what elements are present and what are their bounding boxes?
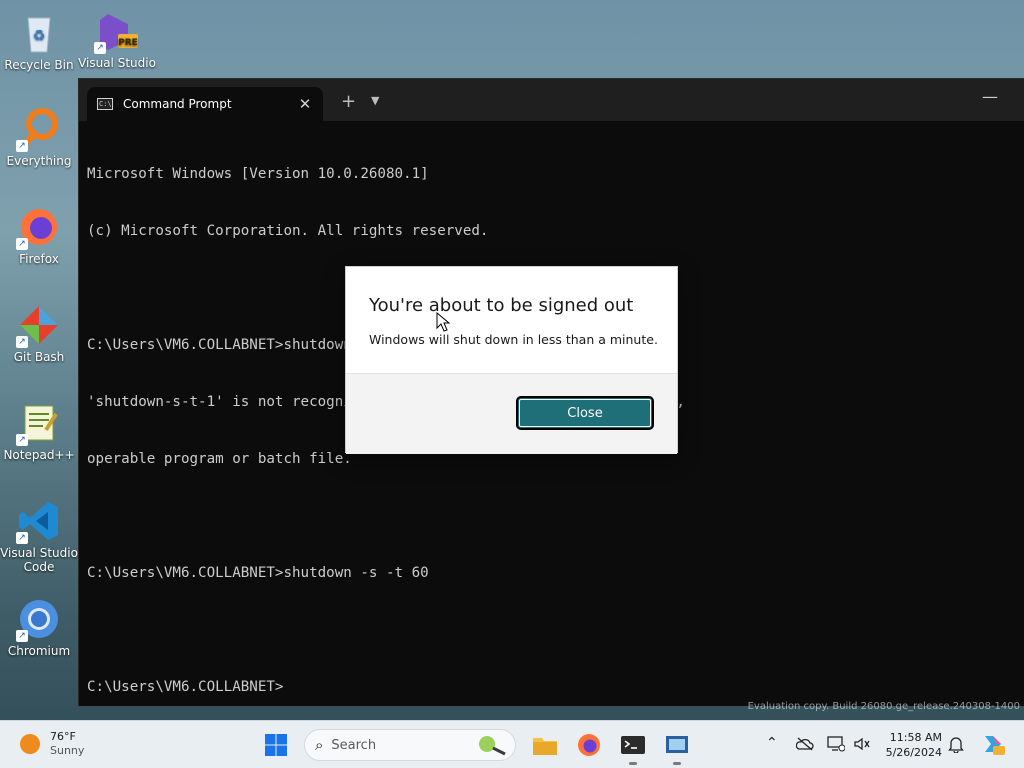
file-explorer-icon[interactable] (532, 733, 558, 757)
minimize-button[interactable]: — (982, 87, 998, 106)
everything-search-icon: ↗ (16, 106, 62, 152)
terminal-icon (621, 736, 645, 754)
desktop-icon-git-bash[interactable]: ↗ Git Bash (0, 302, 78, 364)
weather-temperature: 76°F (50, 730, 76, 743)
firefox-icon[interactable] (576, 733, 602, 757)
onedrive-offline-icon[interactable] (796, 736, 814, 752)
system-clock[interactable]: 11:58 AM 5/26/2024 (884, 730, 942, 760)
desktop-icon-vscode[interactable]: ↗ Visual Studio Code (0, 498, 78, 574)
command-prompt-icon: C:\ (97, 98, 113, 110)
shortcut-arrow-icon: ↗ (16, 532, 28, 544)
tab-command-prompt[interactable]: C:\ Command Prompt ✕ (87, 87, 323, 121)
desktop-icon-label: Chromium (7, 644, 71, 658)
desktop-icon-label: Visual Studio (78, 56, 156, 70)
svg-text:PRE: PRE (118, 38, 138, 48)
recycle-bin-icon: ♻ (16, 10, 62, 56)
shortcut-arrow-icon: ↗ (94, 42, 106, 54)
weather-widget[interactable]: 76°F Sunny (20, 730, 84, 758)
desktop-icon-label: Notepad++ (3, 448, 75, 462)
console-line: Microsoft Windows [Version 10.0.26080.1] (87, 166, 429, 182)
close-button[interactable]: Close (516, 396, 654, 430)
desktop-icon-label: Git Bash (13, 350, 65, 364)
console-line: C:\Users\VM6.COLLABNET>shutdown -s -t 60 (87, 565, 429, 581)
visual-studio-preview-icon: PRE ↗ (94, 8, 140, 54)
remote-desktop-taskbar-button[interactable] (664, 733, 690, 765)
network-icon[interactable] (827, 736, 845, 752)
git-bash-icon: ↗ (16, 302, 62, 348)
dialog-message: Windows will shut down in less than a mi… (369, 332, 658, 347)
dialog-footer: Close (346, 373, 677, 454)
taskbar: 76°F Sunny ⌕ Search ⌃ 11:58 AM 5/26/2024 (0, 720, 1024, 768)
desktop-icon-label: Everything (6, 154, 72, 168)
chevron-down-icon[interactable]: ▼ (371, 94, 379, 107)
terminal-taskbar-button[interactable] (620, 733, 646, 765)
clock-time: 11:58 AM (889, 731, 942, 744)
sun-icon (20, 734, 40, 754)
desktop-icon-label: Recycle Bin (4, 58, 74, 72)
console-prompt: C:\Users\VM6.COLLABNET> (87, 679, 284, 695)
desktop-icon-firefox[interactable]: ↗ Firefox (0, 204, 78, 266)
sign-out-dialog: You're about to be signed out Windows wi… (345, 266, 678, 454)
new-tab-button[interactable]: + (341, 91, 356, 112)
desktop-icon-recycle-bin[interactable]: ♻ Recycle Bin (0, 10, 78, 72)
close-icon[interactable]: ✕ (297, 95, 313, 113)
search-icon: ⌕ (315, 736, 324, 754)
desktop-icon-notepad-plus-plus[interactable]: ↗ Notepad++ (0, 400, 78, 462)
notepad-plus-plus-icon: ↗ (16, 400, 62, 446)
tab-title: Command Prompt (123, 97, 232, 111)
start-button[interactable] (264, 733, 288, 757)
shortcut-arrow-icon: ↗ (16, 140, 28, 152)
volume-muted-icon[interactable] (853, 736, 871, 752)
desktop-icon-visual-studio[interactable]: PRE ↗ Visual Studio (78, 8, 156, 70)
evaluation-watermark: Evaluation copy. Build 26080.ge_release.… (747, 701, 1020, 712)
desktop-icon-label: Visual Studio Code (0, 546, 78, 574)
shortcut-arrow-icon: ↗ (16, 434, 28, 446)
search-placeholder: Search (331, 737, 377, 753)
chevron-up-icon[interactable]: ⌃ (766, 735, 778, 751)
desktop-icon-label: Firefox (19, 252, 59, 266)
taskbar-search[interactable]: ⌕ Search (304, 729, 516, 761)
svg-text:♻: ♻ (33, 28, 46, 44)
desktop-icon-everything[interactable]: ↗ Everything (0, 106, 78, 168)
notification-bell-icon[interactable] (948, 735, 964, 753)
dialog-title: You're about to be signed out (369, 295, 634, 316)
shortcut-arrow-icon: ↗ (16, 630, 28, 642)
search-highlight-icon (479, 736, 506, 756)
clock-date: 5/26/2024 (885, 746, 942, 759)
copilot-preview-icon[interactable] (980, 732, 1006, 756)
vscode-icon: ↗ (16, 498, 62, 544)
remote-desktop-icon (666, 736, 688, 753)
weather-condition: Sunny (50, 744, 85, 757)
terminal-tab-bar: C:\ Command Prompt ✕ + ▼ — (79, 79, 1024, 121)
desktop-icon-chromium[interactable]: ↗ Chromium (0, 596, 78, 658)
mouse-cursor-icon (436, 312, 450, 332)
console-line: (c) Microsoft Corporation. All rights re… (87, 223, 489, 239)
firefox-icon: ↗ (16, 204, 62, 250)
shortcut-arrow-icon: ↗ (16, 336, 28, 348)
chromium-icon: ↗ (16, 596, 62, 642)
shortcut-arrow-icon: ↗ (16, 238, 28, 250)
